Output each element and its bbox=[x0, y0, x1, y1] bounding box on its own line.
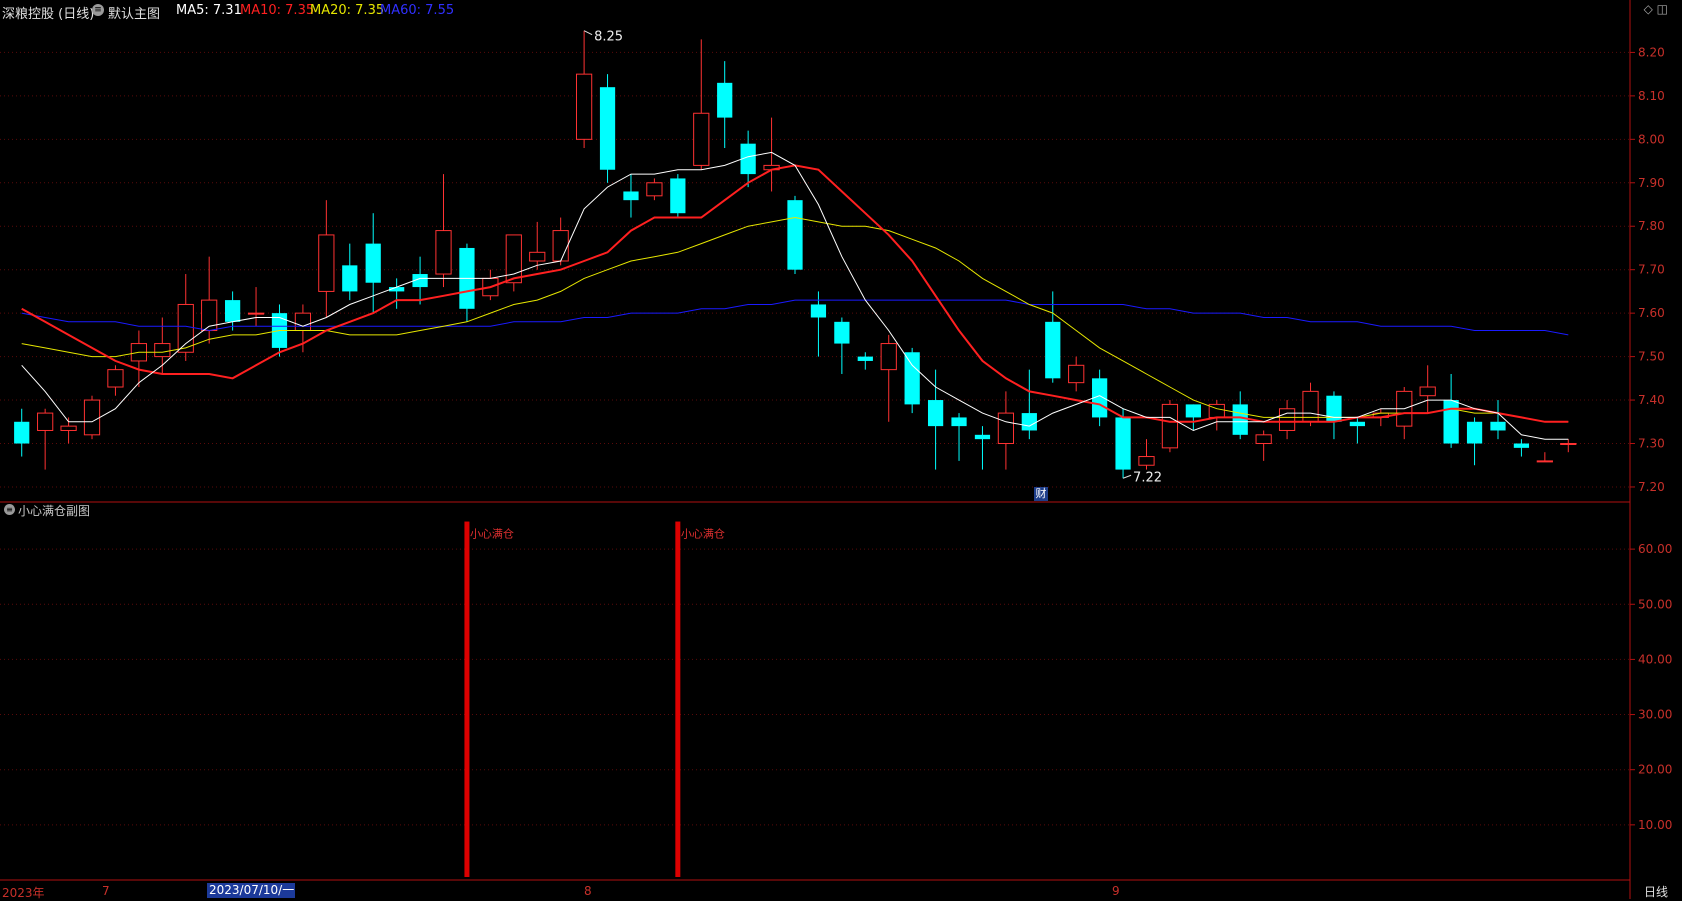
candle-body bbox=[646, 182, 663, 197]
candle-body bbox=[1536, 460, 1553, 463]
candle-body bbox=[1466, 421, 1483, 444]
price-tick-label: 8.20 bbox=[1638, 45, 1665, 59]
candle-body bbox=[951, 417, 967, 427]
candle-body bbox=[60, 425, 77, 431]
candle-body bbox=[693, 112, 710, 166]
candle-body bbox=[1278, 408, 1296, 431]
candle-body bbox=[623, 191, 639, 201]
value-tick-label: 20.00 bbox=[1638, 763, 1672, 777]
candle-body bbox=[247, 312, 265, 315]
candle-body bbox=[997, 412, 1015, 445]
value-tick-label: 50.00 bbox=[1638, 597, 1672, 611]
candle-body bbox=[1349, 421, 1366, 427]
value-tick-label: 30.00 bbox=[1638, 708, 1672, 722]
candle-body bbox=[107, 369, 124, 388]
candle-body bbox=[1138, 456, 1155, 466]
period-button[interactable]: 日线 bbox=[1644, 883, 1668, 900]
price-tick-label: 7.60 bbox=[1638, 306, 1665, 320]
value-tick-label: 60.00 bbox=[1638, 542, 1672, 556]
sub-chart-title[interactable]: 小心满仓副图 bbox=[18, 502, 90, 519]
window-controls[interactable]: ◇ ◫ bbox=[1644, 2, 1668, 16]
annotation-arrow bbox=[583, 30, 593, 36]
candle-body bbox=[974, 434, 991, 440]
axis-month-8: 8 bbox=[584, 884, 592, 898]
price-tick-label: 7.50 bbox=[1638, 350, 1665, 364]
candle-body bbox=[810, 304, 827, 318]
candle-body bbox=[1068, 364, 1085, 384]
candle-body bbox=[37, 412, 54, 431]
signal-bar bbox=[675, 521, 681, 877]
candle-body bbox=[365, 243, 381, 283]
candle-body bbox=[318, 234, 335, 292]
signal-label: 小心满仓 bbox=[470, 527, 514, 541]
candle-body bbox=[857, 356, 873, 361]
candle-body bbox=[1490, 421, 1506, 431]
candle-body bbox=[177, 303, 194, 353]
finance-badge[interactable]: 财 bbox=[1034, 487, 1048, 501]
candle-body bbox=[927, 400, 944, 427]
signal-bar bbox=[464, 521, 470, 877]
axis-month-7: 7 bbox=[102, 884, 110, 898]
candle-body bbox=[599, 87, 616, 170]
price-annotation: 7.22 bbox=[1133, 470, 1162, 485]
candle-body bbox=[1560, 443, 1577, 446]
candle-body bbox=[224, 300, 241, 322]
candle-body bbox=[1255, 434, 1272, 445]
axis-year: 2023年 bbox=[2, 886, 45, 900]
candle-body bbox=[1185, 404, 1201, 418]
candle-body bbox=[575, 73, 593, 140]
candle-body bbox=[1115, 417, 1131, 470]
candle-body bbox=[83, 399, 101, 436]
chart-canvas[interactable]: 8.20 8.10 8.00 7.90 7.80 7.70 7.60 7.50 7.40 7.30… bbox=[0, 0, 1682, 899]
price-tick-label: 7.90 bbox=[1638, 176, 1665, 190]
price-tick-label: 7.40 bbox=[1638, 393, 1665, 407]
candle-body bbox=[14, 421, 30, 444]
candle-body bbox=[904, 352, 920, 405]
candle-body bbox=[1443, 400, 1459, 444]
sub-chart-circle-icon[interactable]: ≡ bbox=[4, 504, 15, 515]
candle-body bbox=[1419, 386, 1436, 397]
candle-body bbox=[670, 178, 686, 214]
candle-body bbox=[294, 312, 312, 332]
candle-body bbox=[834, 321, 850, 344]
candle-body bbox=[717, 82, 733, 118]
annotation-arrow bbox=[1122, 474, 1132, 479]
price-tick-label: 7.70 bbox=[1638, 263, 1665, 277]
candle-body bbox=[787, 200, 803, 270]
price-tick-label: 7.20 bbox=[1638, 480, 1665, 494]
value-tick-label: 10.00 bbox=[1638, 818, 1672, 832]
candle-body bbox=[505, 234, 522, 284]
candle-body bbox=[552, 230, 569, 262]
price-annotation: 8.25 bbox=[594, 30, 623, 45]
axis-month-9: 9 bbox=[1112, 884, 1120, 898]
candle-body bbox=[154, 343, 171, 358]
candle-body bbox=[435, 230, 452, 275]
signal-label: 小心满仓 bbox=[681, 527, 725, 541]
candle-body bbox=[1045, 321, 1061, 379]
candle-body bbox=[529, 251, 546, 262]
price-tick-label: 7.80 bbox=[1638, 219, 1665, 233]
candle-body bbox=[1513, 443, 1530, 448]
price-tick-label: 8.10 bbox=[1638, 89, 1665, 103]
candle-body bbox=[342, 265, 358, 292]
candle-body bbox=[880, 343, 897, 371]
value-tick-label: 40.00 bbox=[1638, 652, 1672, 666]
price-tick-label: 8.00 bbox=[1638, 132, 1665, 146]
candle-body bbox=[1232, 404, 1248, 435]
candle-body bbox=[1161, 403, 1179, 449]
price-tick-label: 7.30 bbox=[1638, 437, 1665, 451]
selected-date-box: 2023/07/10/一 bbox=[207, 883, 295, 898]
candle-body bbox=[1021, 413, 1037, 431]
